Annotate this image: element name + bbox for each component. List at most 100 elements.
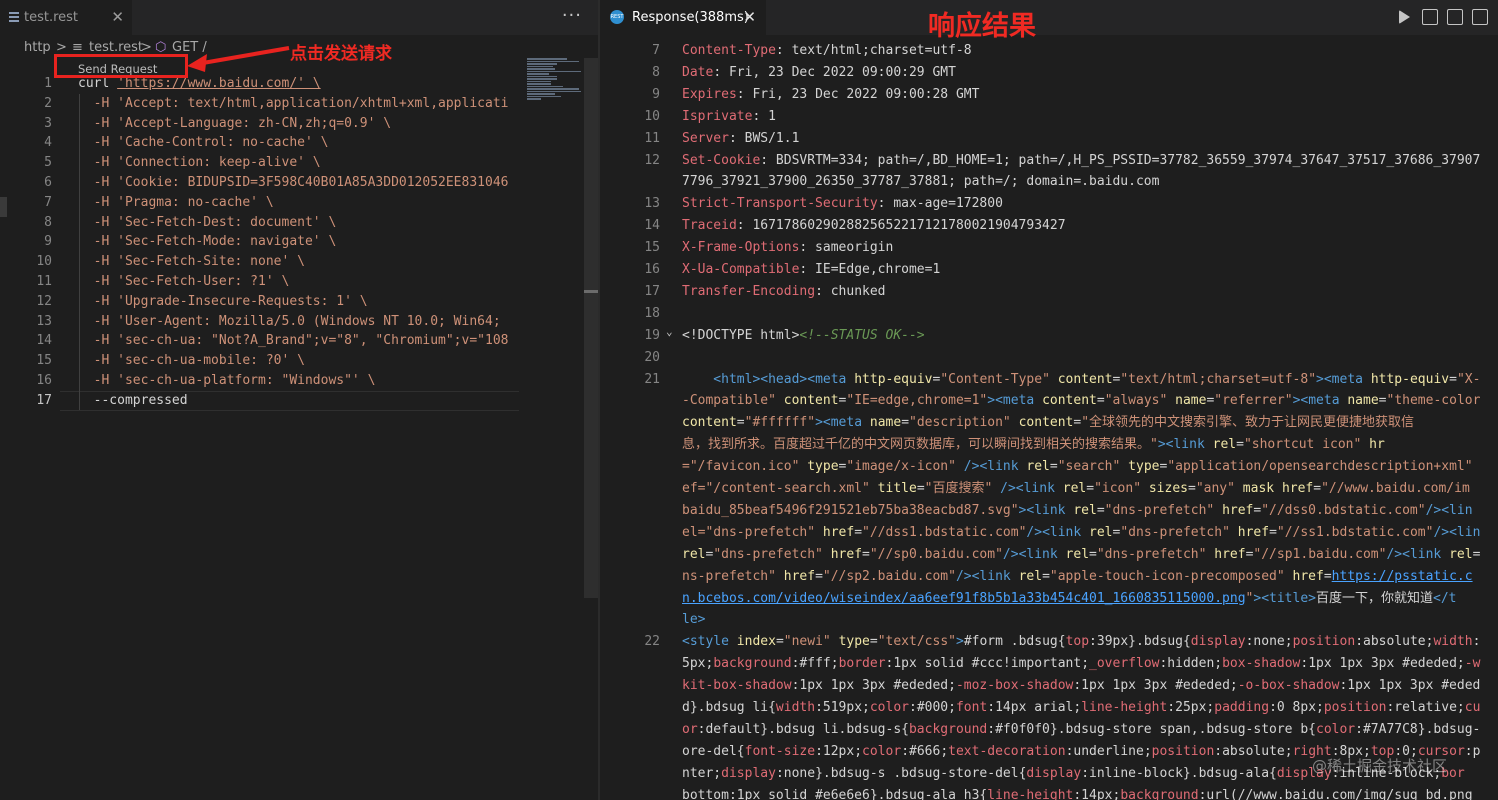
token: =	[1236, 437, 1244, 453]
token: :none}.bdsug-s .bdsug-store-del{	[775, 765, 1027, 781]
code-line[interactable]: d}.bdsug li{width:519px;color:#000;font:…	[600, 698, 1498, 718]
code-line[interactable]: 7 Content-Type: text/html;charset=utf-8	[600, 41, 1498, 61]
token: name	[1347, 393, 1379, 409]
code-line[interactable]: 8 -H 'Sec-Fetch-Dest: document' \	[0, 213, 519, 233]
breadcrumb-file[interactable]: test.rest	[89, 40, 143, 55]
code-line[interactable]: 13 -H 'User-Agent: Mozilla/5.0 (Windows …	[0, 312, 519, 332]
code-line[interactable]: 10 Isprivate: 1	[600, 107, 1498, 127]
tab-response[interactable]: REST Response(388ms) ✕	[600, 0, 766, 35]
code-line[interactable]: ="/favicon.ico" type = "image/x-icon" /><l…	[600, 457, 1498, 477]
code-line[interactable]: 11 -H 'Sec-Fetch-User: ?1' \	[0, 272, 519, 292]
code-line[interactable]: 17 Transfer-Encoding: chunked	[600, 282, 1498, 302]
token: <meta	[1323, 371, 1371, 387]
close-icon[interactable]: ✕	[111, 8, 124, 26]
token: =	[1449, 371, 1457, 387]
code-line[interactable]: 9 Expires: Fri, 23 Dec 2022 09:00:28 GMT	[600, 85, 1498, 105]
code-line[interactable]: le>	[600, 610, 1498, 630]
header-key: Expires	[682, 86, 737, 102]
token: <link	[971, 568, 1019, 584]
token: display	[1190, 634, 1246, 650]
request-code[interactable]: 1 curl 'https://www.baidu.com/' \ 2 -H 'Ac…	[0, 74, 519, 414]
token: text-decoration	[948, 743, 1066, 759]
minimap[interactable]	[527, 58, 583, 100]
code-line[interactable]: 14 -H 'sec-ch-ua: "Not?A_Brand";v="8", "…	[0, 331, 519, 351]
scrollbar-thumb[interactable]	[584, 290, 598, 293]
code-line[interactable]: baidu_85beaf5496f291521eb75ba38eacbd87.s…	[600, 501, 1498, 521]
line-number: 14	[644, 218, 660, 234]
vertical-scrollbar[interactable]	[584, 58, 598, 598]
line-number: 12	[36, 293, 52, 309]
code-line[interactable]: 2 -H 'Accept: text/html,application/xhtm…	[0, 94, 519, 114]
code-line[interactable]: 7796_37921_37900_26350_37787_37881; path…	[600, 172, 1498, 192]
code-line[interactable]: 21 <html><head><meta http-equiv="Content…	[600, 370, 1498, 390]
code-line[interactable]: 16 -H 'sec-ch-ua-platform: "Windows"' \	[0, 371, 519, 391]
code-line[interactable]: 3 -H 'Accept-Language: zh-CN,zh;q=0.9' \	[0, 114, 519, 134]
token: :39px}.bdsug{	[1089, 634, 1191, 650]
breadcrumb-http[interactable]: http	[24, 40, 51, 55]
code-line[interactable]: 22 <style index="newi" type="text/css">#f…	[600, 632, 1498, 652]
chevron-down-icon[interactable]: ⌄	[666, 322, 673, 342]
code-line[interactable]: 9 -H 'Sec-Fetch-Mode: navigate' \	[0, 232, 519, 252]
code-line[interactable]: 5px;background:#fff;border:1px solid #cc…	[600, 654, 1498, 674]
split-editor-icon[interactable]	[1472, 9, 1488, 25]
code-line[interactable]: 7 -H 'Pragma: no-cache' \	[0, 193, 519, 213]
line-number: 10	[36, 254, 52, 270]
code-line[interactable]: n.bcebos.com/video/wiseindex/aa6eef91f8b…	[600, 589, 1498, 609]
token: 百度一下，你就知道	[1315, 590, 1433, 606]
token: href	[1214, 546, 1246, 562]
code-line[interactable]: 息，找到所求。百度超过千亿的中文网页数据库，可以瞬间找到相关的搜索结果。"><l…	[600, 435, 1498, 455]
response-code[interactable]: 7 Content-Type: text/html;charset=utf-8 8 D…	[600, 38, 1498, 800]
header-value: : 16717860290288256522171217800219047934…	[736, 218, 1066, 234]
code-text: -H 'Cookie: BIDUPSID=3F598C40B01A85A3DD0…	[78, 175, 509, 190]
token: :inline-block}.bdsug-ala{	[1081, 765, 1277, 781]
run-icon[interactable]	[1399, 10, 1410, 24]
code-line[interactable]: ef="/content-search.xml" title="百度搜索" />…	[600, 479, 1498, 499]
code-text: bottom:1px solid #e6e6e6}.bdsug-ala h3{l…	[682, 786, 1473, 800]
token: #form .bdsug{	[963, 634, 1066, 650]
token: />	[963, 459, 980, 475]
code-line[interactable]: 11 Server: BWS/1.1	[600, 129, 1498, 149]
token: position	[1323, 700, 1387, 715]
code-line[interactable]: 8 Date: Fri, 23 Dec 2022 09:00:29 GMT	[600, 63, 1498, 83]
code-line[interactable]: rel="dns-prefetch" href="//sp0.baidu.com…	[600, 545, 1498, 565]
token: "//dss1.bdstatic.com"	[862, 524, 1027, 540]
token: =	[854, 524, 863, 540]
code-text: -H 'Connection: keep-alive' \	[78, 155, 321, 171]
code-line[interactable]: 4 -H 'Cache-Control: no-cache' \	[0, 133, 519, 153]
code-line[interactable]: 15 X-Frame-Options: sameorigin	[600, 238, 1498, 258]
token: :absolute;	[1214, 743, 1293, 759]
code-line[interactable]: 13 Strict-Transport-Security: max-age=172…	[600, 194, 1498, 214]
code-line[interactable]: 10 -H 'Sec-Fetch-Site: none' \	[0, 252, 519, 272]
code-line[interactable]: or:default}.bdsug li.bdsug-s{background:…	[600, 720, 1498, 740]
token: rel	[1018, 568, 1043, 584]
more-actions-icon[interactable]: ···	[562, 5, 582, 26]
tab-test-rest[interactable]: test.rest ✕	[0, 0, 132, 35]
code-line[interactable]: 14 Traceid: 16717860290288256522171217800…	[600, 216, 1498, 236]
code-line[interactable]: el="dns-prefetch" href="//dss1.bdstatic.…	[600, 523, 1498, 543]
token: hr	[1369, 437, 1385, 453]
code-line[interactable]: 6 -H 'Cookie: BIDUPSID=3F598C40B01A85A3D…	[0, 173, 519, 193]
code-line[interactable]: bottom:1px solid #e6e6e6}.bdsug-ala h3{l…	[600, 786, 1498, 800]
token: <link	[979, 459, 1027, 475]
close-icon[interactable]: ✕	[743, 8, 756, 26]
code-line[interactable]: kit-box-shadow:1px 1px 3px #ededed;-moz-…	[600, 676, 1498, 696]
code-line[interactable]: 12 Set-Cookie: BDSVRTM=334; path=/,BD_HOM…	[600, 151, 1498, 171]
copy-icon[interactable]	[1447, 9, 1463, 25]
code-line[interactable]: -Compatible" content="IE=edge,chrome=1">…	[600, 391, 1498, 411]
code-line[interactable]: 18	[600, 304, 1498, 324]
header-value: 7796_37921_37900_26350_37787_37881; path…	[682, 174, 1160, 190]
code-line[interactable]: ns-prefetch" href="//sp2.baidu.com"/><li…	[600, 567, 1498, 587]
token: 5px;	[682, 656, 714, 672]
token: <link	[1165, 437, 1213, 453]
code-line[interactable]: 20	[600, 348, 1498, 368]
code-line[interactable]: 17 --compressed	[0, 391, 519, 411]
save-icon[interactable]	[1422, 9, 1438, 25]
token: n.bcebos.com/video/wiseindex/aa6eef91f8b…	[682, 590, 1246, 606]
token: :#f0f0f0}.bdsug-store span,.bdsug-store …	[987, 721, 1316, 737]
code-line[interactable]: 5 -H 'Connection: keep-alive' \	[0, 153, 519, 173]
code-line[interactable]: 16 X-Ua-Compatible: IE=Edge,chrome=1	[600, 260, 1498, 280]
code-line[interactable]: 15 -H 'sec-ch-ua-mobile: ?0' \	[0, 351, 519, 371]
code-line[interactable]: 19 <!DOCTYPE html><!--STATUS OK--> ⌄	[600, 325, 1498, 346]
code-line[interactable]: content="#ffffff"><meta name="descriptio…	[600, 413, 1498, 433]
code-line[interactable]: 12 -H 'Upgrade-Insecure-Requests: 1' \	[0, 292, 519, 312]
